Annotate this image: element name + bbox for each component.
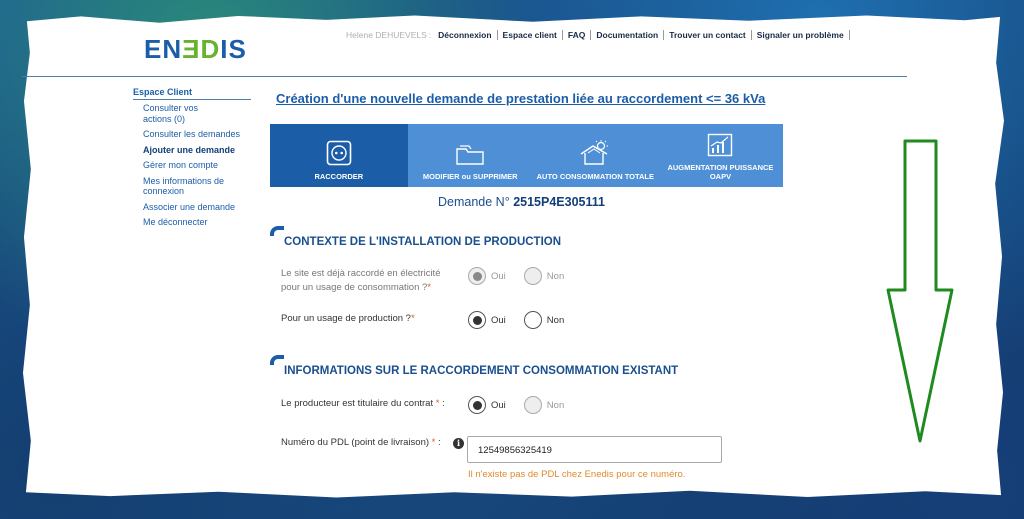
demande-id: 2515P4E305111 (513, 195, 605, 209)
question-pdl: Numéro du PDL (point de livraison) * : (281, 436, 441, 450)
radio-oui-usage-production[interactable] (468, 311, 486, 329)
required-marker: * (410, 313, 415, 324)
sidebar-title: Espace Client (133, 87, 251, 100)
sidebar-item-deconnecter[interactable]: Me déconnecter (143, 217, 251, 228)
radio-non-label: Non (546, 270, 565, 282)
label-colon: : (438, 437, 441, 448)
radio-group-usage-production: Oui Non (468, 311, 582, 329)
radio-group-titulaire-contrat: Oui Non (468, 396, 582, 414)
socket-icon (326, 140, 352, 166)
sidebar-menu: Consulter vos actions (0) Consulter les … (133, 103, 251, 228)
label-colon: : (442, 398, 445, 409)
tab-raccorder[interactable]: RACCORDER (270, 124, 408, 187)
nav-faq[interactable]: FAQ (563, 30, 592, 40)
question-usage-production-label: Pour un usage de production ? (281, 313, 411, 324)
sidebar-item-infos-connexion[interactable]: Mes informations de connexion (143, 176, 251, 197)
pdl-label: Numéro du PDL (point de livraison) (281, 437, 430, 448)
nav-espace-client[interactable]: Espace client (498, 30, 563, 40)
section-title-raccordement-existant: INFORMATIONS SUR LE RACCORDEMENT CONSOMM… (284, 365, 679, 377)
logo-text-mid: ƎD (182, 34, 221, 64)
question-usage-production: Pour un usage de production ?* (281, 312, 415, 326)
tab-auto-consommation-label: AUTO CONSOMMATION TOTALE (536, 172, 654, 181)
section-title-contexte: CONTEXTE DE L'INSTALLATION DE PRODUCTION (284, 236, 562, 248)
required-marker: * (431, 437, 436, 448)
down-arrow-annotation (886, 139, 954, 443)
demande-number: Demande N° 2515P4E305111 (438, 195, 605, 209)
sidebar-item-consulter-actions[interactable]: Consulter vos actions (0) (143, 103, 213, 124)
radio-oui-site-raccorde[interactable] (468, 267, 486, 285)
tab-augmentation-puissance[interactable]: AUGMENTATION PUISSANCE OAPV (658, 124, 783, 187)
question-titulaire-contrat: Le producteur est titulaire du contrat *… (281, 397, 445, 411)
pdl-error-message: Il n'existe pas de PDL chez Enedis pour … (468, 469, 686, 480)
question-titulaire-label: Le producteur est titulaire du contrat (281, 398, 434, 409)
required-marker: * (427, 282, 431, 293)
radio-oui-label: Oui (491, 314, 506, 326)
radio-non-titulaire[interactable] (523, 396, 542, 414)
nav-documentation[interactable]: Documentation (591, 30, 665, 40)
radio-non-usage-production[interactable] (523, 311, 542, 329)
section-corner-decoration (270, 355, 284, 365)
demande-prefix: Demande N° (438, 195, 510, 209)
radio-non-label: Non (546, 314, 565, 326)
logo-text-left: EN (144, 34, 183, 64)
logo-text-right: IS (220, 34, 247, 64)
header-divider (22, 76, 907, 77)
nav-trouver-contact[interactable]: Trouver un contact (664, 30, 752, 40)
user-name: Helene DEHUEVELS (346, 30, 427, 40)
nav-signaler-probleme[interactable]: Signaler un problème (752, 30, 850, 40)
radio-group-site-raccorde: Oui Non (468, 267, 582, 285)
info-icon[interactable]: i (453, 438, 464, 449)
folder-icon (456, 145, 484, 165)
radio-non-label: Non (546, 399, 565, 411)
question-site-raccorde-label: Le site est déjà raccordé en électricité… (281, 268, 441, 293)
request-type-tabs: RACCORDER MODIFIER ou SUPPRIMER AUTO CON… (270, 124, 783, 187)
section-corner-decoration (270, 226, 284, 236)
radio-oui-label: Oui (491, 270, 506, 282)
radio-oui-titulaire[interactable] (468, 396, 486, 414)
sidebar-item-associer-demande[interactable]: Associer une demande (143, 202, 251, 213)
tab-modifier-label: MODIFIER ou SUPPRIMER (422, 172, 518, 181)
radio-non-site-raccorde[interactable] (523, 267, 542, 285)
pdl-input[interactable]: 12549856325419 (467, 436, 722, 463)
solar-house-icon (580, 140, 609, 165)
tab-raccorder-label: RACCORDER (314, 172, 364, 181)
enedis-logo[interactable]: ENƎDIS (144, 34, 247, 65)
sidebar-item-ajouter-demande[interactable]: Ajouter une demande (143, 145, 251, 156)
sidebar-item-consulter-demandes[interactable]: Consulter les demandes (143, 129, 251, 140)
nav-deconnexion[interactable]: Déconnexion (433, 30, 498, 40)
required-marker: * (435, 398, 440, 409)
radio-oui-label: Oui (491, 399, 506, 411)
page-title: Création d'une nouvelle demande de prest… (276, 91, 766, 106)
tab-augmentation-label: AUGMENTATION PUISSANCE OAPV (667, 163, 774, 181)
tab-auto-consommation[interactable]: AUTO CONSOMMATION TOTALE (533, 124, 658, 187)
sidebar: Espace Client Consulter vos actions (0) … (133, 87, 251, 233)
sidebar-item-gerer-compte[interactable]: Gérer mon compte (143, 160, 251, 171)
chart-growth-icon (708, 133, 733, 157)
top-navigation: Helene DEHUEVELS: Déconnexion Espace cli… (346, 30, 850, 40)
tab-modifier-supprimer[interactable]: MODIFIER ou SUPPRIMER (408, 124, 533, 187)
question-site-raccorde: Le site est déjà raccordé en électricité… (281, 267, 457, 295)
